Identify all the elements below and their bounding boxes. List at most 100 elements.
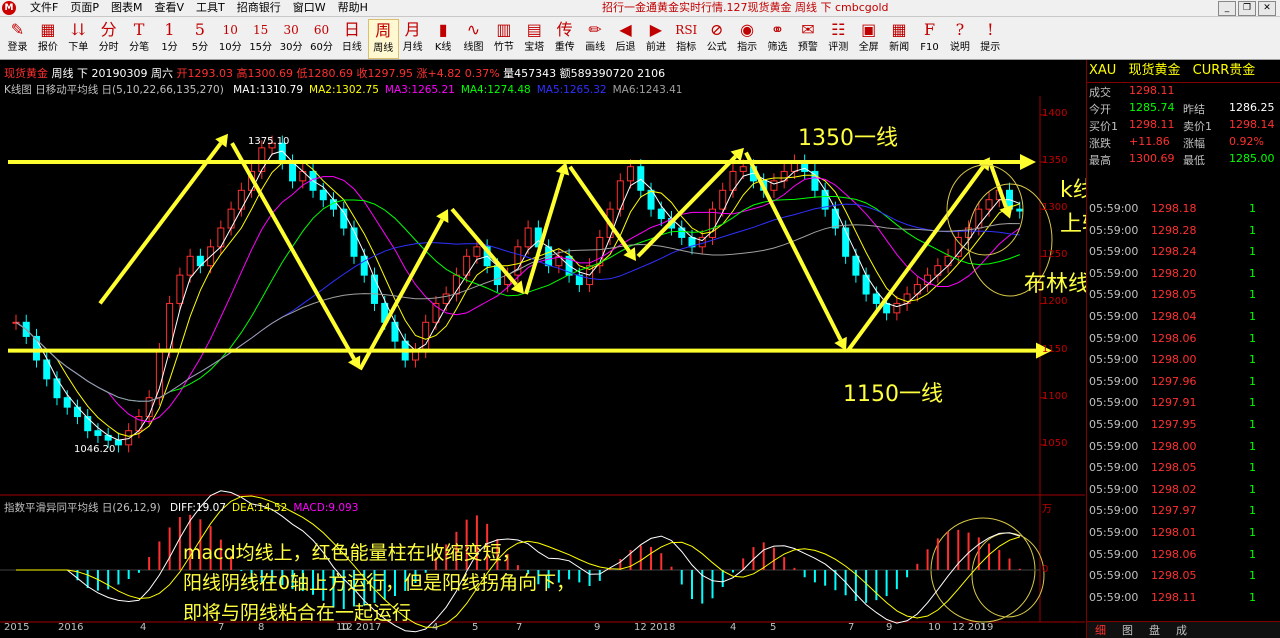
toolbar-icon-27: ☷: [831, 20, 846, 39]
x-tick-label-9: 7: [516, 622, 523, 633]
panel-tab-1[interactable]: 图: [1122, 622, 1133, 638]
panel-tab-0[interactable]: 细: [1095, 622, 1106, 638]
toolbar-button-13[interactable]: 月月线: [398, 19, 427, 57]
toolbar-button-21[interactable]: ▶ 前进: [641, 19, 670, 57]
tick-price: 1298.04: [1151, 310, 1197, 323]
menu-item-4[interactable]: 工具T: [190, 1, 231, 15]
tick-row[interactable]: 05:59:00 1297.95 1: [1089, 414, 1279, 436]
panel-tab-3[interactable]: 成: [1176, 622, 1187, 638]
minimize-icon[interactable]: _: [1218, 1, 1236, 16]
toolbar-button-14[interactable]: ▮ K线: [429, 19, 458, 57]
toolbar-button-24[interactable]: ◉ 指示: [733, 19, 762, 57]
tick-row[interactable]: 05:59:00 1298.28 1: [1089, 220, 1279, 242]
tick-row[interactable]: 05:59:00 1298.20 1: [1089, 263, 1279, 285]
toolbar-button-32[interactable]: ! 提示: [976, 19, 1005, 57]
close-icon[interactable]: ✕: [1258, 1, 1276, 16]
menu-item-6[interactable]: 窗口W: [287, 1, 332, 15]
tick-row[interactable]: 05:59:00 1298.04 1: [1089, 306, 1279, 328]
trend-arrow-7: [744, 151, 843, 341]
toolbar-button-3[interactable]: 分分时: [94, 19, 123, 57]
toolbar-button-11[interactable]: 日日线: [337, 19, 366, 57]
menu-item-2[interactable]: 图表M: [105, 1, 149, 15]
quote-value-0: 1298.11: [1129, 84, 1175, 97]
toolbar-button-7[interactable]: 10 10分: [216, 19, 245, 57]
tick-volume: 1: [1249, 288, 1256, 302]
tick-row[interactable]: 05:59:00 1297.96 1: [1089, 371, 1279, 393]
toolbar-button-12[interactable]: 周周线: [367, 19, 399, 59]
toolbar-button-27[interactable]: ☷ 评测: [824, 19, 853, 57]
menu-item-1[interactable]: 页面P: [64, 1, 105, 15]
ma-item-5: MA6:1243.41: [612, 84, 683, 96]
x-tick-label-14: 7: [848, 622, 855, 633]
toolbar-button-16[interactable]: ▥ 竹节: [489, 19, 518, 57]
ma-item-1: MA2:1302.75: [309, 84, 379, 96]
tick-row[interactable]: 05:59:00 1298.05 1: [1089, 457, 1279, 479]
tick-row[interactable]: 05:59:00 1298.06 1: [1089, 328, 1279, 350]
tick-volume: 1: [1249, 374, 1256, 388]
tick-row[interactable]: 05:59:00 1298.11 1: [1089, 587, 1279, 609]
toolbar-button-10[interactable]: 60 60分: [307, 19, 336, 57]
tick-row[interactable]: 05:59:00 1298.18 1: [1089, 198, 1279, 220]
toolbar-button-28[interactable]: ▣ 全屏: [854, 19, 883, 57]
toolbar-label-24: 指示: [737, 42, 758, 53]
candle-body: [985, 199, 993, 210]
trend-arrow-3: [450, 207, 518, 287]
candle-body: [524, 227, 532, 248]
menu-item-5[interactable]: 招商银行: [231, 1, 287, 15]
chart-area[interactable]: 现货黄金 周线 下 20190309 周六 开1293.03 高1300.69 …: [0, 60, 1227, 638]
candle-body: [719, 189, 727, 210]
toolbar-button-2[interactable]: ⇊ 下单: [64, 19, 93, 57]
toolbar-button-0[interactable]: ✎ 登录: [3, 19, 32, 57]
toolbar-button-18[interactable]: 传重传: [550, 19, 579, 57]
tick-row[interactable]: 05:59:00 1298.00 1: [1089, 349, 1279, 371]
tick-row[interactable]: 05:59:00 1298.01 1: [1089, 522, 1279, 544]
toolbar-icon-22: RSI: [675, 23, 698, 37]
toolbar-icon-19: ✏: [588, 20, 602, 39]
tick-row[interactable]: 05:59:00 1298.05 1: [1089, 284, 1279, 306]
toolbar-button-23[interactable]: ⊘ 公式: [702, 19, 731, 57]
menu-item-3[interactable]: 查看V: [148, 1, 190, 15]
toolbar-button-9[interactable]: 30 30分: [277, 19, 306, 57]
chart-svg[interactable]: [0, 60, 1085, 638]
toolbar-button-20[interactable]: ◀ 后退: [611, 19, 640, 57]
tick-row[interactable]: 05:59:00 1297.97 1: [1089, 500, 1279, 522]
toolbar-button-4[interactable]: T 分笔: [125, 19, 154, 57]
tick-row[interactable]: 05:59:00 1298.24 1: [1089, 241, 1279, 263]
menu-item-7[interactable]: 帮助H: [332, 1, 374, 15]
toolbar-button-30[interactable]: F F10: [915, 19, 944, 57]
tick-row[interactable]: 05:59:00 1298.00 1: [1089, 436, 1279, 458]
toolbar-label-27: 评测: [828, 42, 849, 53]
toolbar-button-22[interactable]: RSI 指标: [672, 19, 701, 57]
toolbar-button-31[interactable]: ? 说明: [945, 19, 974, 57]
toolbar-label-32: 提示: [980, 42, 1001, 53]
x-tick-label-16: 10: [928, 622, 941, 633]
tick-row[interactable]: 05:59:00 1298.02 1: [1089, 479, 1279, 501]
tick-time: 05:59:00: [1089, 547, 1139, 561]
restore-icon[interactable]: ❐: [1238, 1, 1256, 16]
toolbar-button-26[interactable]: ✉ 预警: [793, 19, 822, 57]
menu-item-0[interactable]: 文件F: [24, 1, 64, 15]
candle-body: [739, 166, 747, 172]
tick-row[interactable]: 05:59:00 1298.05 1: [1089, 565, 1279, 587]
toolbar-button-6[interactable]: 5 5分: [185, 19, 214, 57]
x-tick-label-3: 7: [218, 622, 225, 633]
annotation-macd-1: macd均线上，红色能量柱在收缩变短，: [183, 542, 521, 564]
toolbar-label-31: 说明: [949, 42, 970, 53]
tick-time: 05:59:00: [1089, 374, 1139, 388]
toolbar-button-1[interactable]: ▦ 报价: [33, 19, 62, 57]
panel-tab-2[interactable]: 盘: [1149, 622, 1160, 638]
x-tick-label-18: 1: [980, 622, 987, 633]
tick-row[interactable]: 05:59:00 1297.91 1: [1089, 392, 1279, 414]
toolbar-button-25[interactable]: ⚭ 筛选: [763, 19, 792, 57]
tick-price: 1298.20: [1151, 266, 1197, 280]
toolbar-button-17[interactable]: ▤ 宝塔: [520, 19, 549, 57]
header-period: 周线 下: [51, 67, 89, 80]
toolbar-button-8[interactable]: 15 15分: [246, 19, 275, 57]
tick-row[interactable]: 05:59:00 1298.06 1: [1089, 544, 1279, 566]
toolbar-button-5[interactable]: 1 1分: [155, 19, 184, 57]
tick-volume: 1: [1249, 418, 1256, 431]
toolbar-button-29[interactable]: ▦ 新闻: [885, 19, 914, 57]
toolbar-button-19[interactable]: ✏ 画线: [581, 19, 610, 57]
quote-value2-1: 1286.25: [1229, 101, 1275, 114]
toolbar-button-15[interactable]: ∿ 线图: [459, 19, 488, 57]
